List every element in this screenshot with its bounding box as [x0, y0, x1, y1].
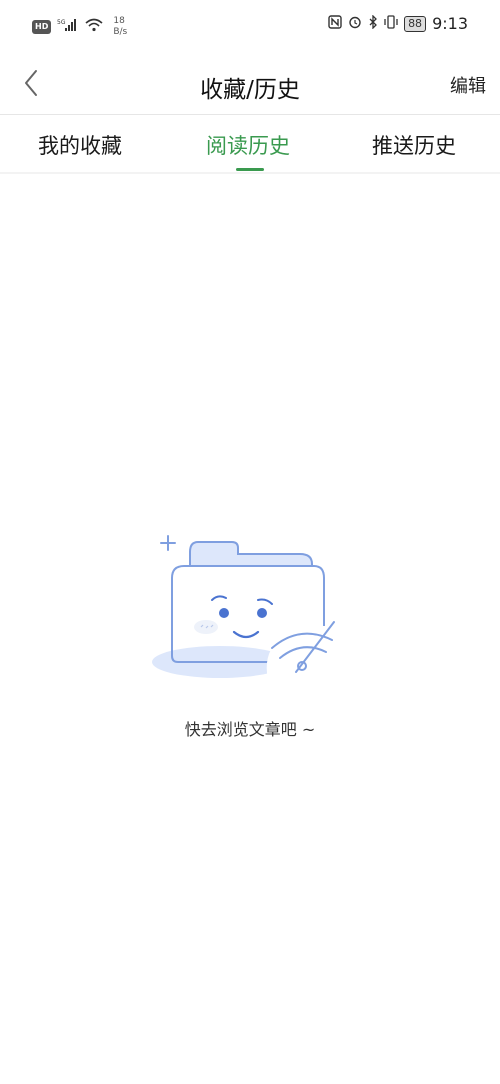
alarm-icon: [348, 15, 362, 33]
header-divider: [0, 114, 500, 115]
active-tab-indicator: [236, 168, 264, 171]
bluetooth-icon: [368, 13, 378, 33]
tab-my-favorites[interactable]: 我的收藏: [38, 130, 122, 160]
status-bar-left: HD 5G 18 B/s: [32, 16, 127, 38]
tab-bar: 我的收藏 阅读历史 推送历史: [0, 116, 500, 172]
signal-label: 5G: [57, 19, 66, 26]
tab-bar-divider: [0, 172, 500, 174]
tab-reading-history[interactable]: 阅读历史: [206, 130, 290, 160]
network-speed: 18 B/s: [113, 16, 127, 38]
wifi-icon: [85, 18, 103, 36]
vibrate-icon: [384, 14, 398, 33]
title-bar: 收藏/历史 编辑: [0, 56, 500, 114]
network-speed-unit: B/s: [113, 27, 128, 37]
network-speed-value: 18: [113, 16, 125, 26]
battery-indicator: 88: [404, 15, 427, 32]
page-title: 收藏/历史: [200, 77, 300, 103]
empty-folder-illustration: [150, 530, 350, 690]
tab-push-history[interactable]: 推送历史: [372, 130, 456, 160]
hd-badge: HD: [32, 20, 52, 34]
status-bar-right: 88 9:13: [328, 13, 468, 33]
nfc-icon: [328, 14, 342, 33]
signal-strength-icon: 5G: [57, 18, 79, 36]
edit-button[interactable]: 编辑: [450, 72, 486, 98]
empty-state-message: 快去浏览文章吧 ~: [184, 720, 316, 739]
status-bar: HD 5G 18 B/s 88 9:13: [0, 0, 500, 56]
status-clock: 9:13: [432, 14, 468, 33]
